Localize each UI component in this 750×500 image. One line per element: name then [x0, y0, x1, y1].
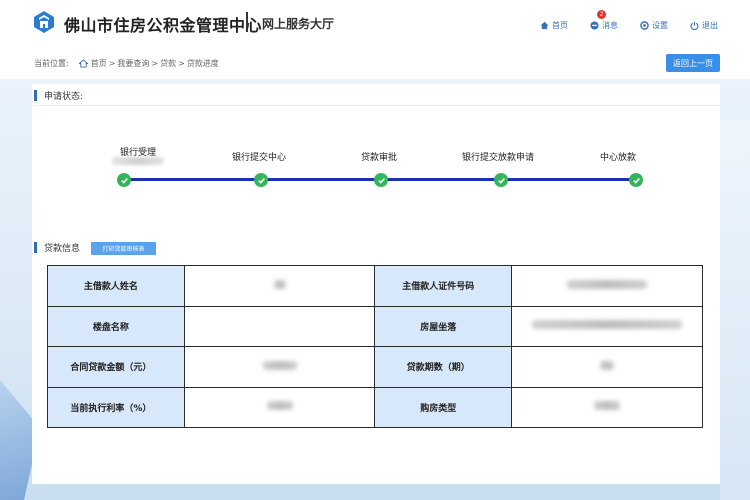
- borrower-name-label: 主借款人姓名: [47, 265, 185, 307]
- logo-icon: [34, 11, 54, 33]
- print-review-form-button[interactable]: 打印贷款审核表: [91, 242, 156, 255]
- nav-messages-label: 消息: [602, 20, 618, 30]
- property-location-label: 房屋坐落: [374, 305, 513, 347]
- section-marker: [34, 242, 37, 253]
- step-label: 贷款审批: [360, 153, 398, 163]
- power-icon: [690, 21, 699, 30]
- loan-amount-value: [183, 346, 376, 388]
- check-icon: [254, 173, 268, 187]
- table-row: 主借款人姓名 主借款人证件号码: [47, 265, 703, 307]
- message-count-badge: 2: [597, 10, 606, 19]
- message-icon: [590, 20, 599, 30]
- breadcrumb-prefix: 当前位置:: [34, 59, 69, 68]
- nav-settings-label: 设置: [652, 20, 668, 30]
- sub-title: 网上服务大厅: [262, 17, 335, 31]
- interest-rate-value: [183, 386, 376, 428]
- redacted-value: [273, 279, 286, 289]
- breadcrumb-separator: >: [178, 59, 185, 68]
- check-icon: [629, 173, 643, 187]
- step-label: 中心放款: [599, 153, 637, 163]
- loan-term-value: [511, 346, 703, 388]
- back-button[interactable]: 返回上一页: [666, 54, 720, 72]
- background-decoration-right: [720, 120, 750, 500]
- status-section-title: 申请状态:: [44, 92, 84, 102]
- breadcrumb-item-progress: 贷款进度: [186, 59, 219, 68]
- property-name-label: 楼盘名称: [47, 305, 185, 347]
- top-header: 佛山市住房公积金管理中心 网上服务大厅 首页 2 消息 设置 退出: [0, 0, 750, 46]
- title-divider: [246, 12, 248, 32]
- nav-messages[interactable]: 2 消息: [590, 10, 618, 32]
- redacted-value: [266, 401, 293, 411]
- property-name-value: [183, 305, 376, 347]
- table-row: 楼盘名称 房屋坐落: [47, 305, 703, 347]
- nav-logout-label: 退出: [702, 20, 718, 30]
- loan-info-table: 主借款人姓名 主借款人证件号码 楼盘名称 房屋坐落 合同贷款金额（元） 贷款期数…: [47, 265, 703, 428]
- home-icon: [540, 21, 549, 29]
- loan-term-label: 贷款期数（期）: [374, 346, 513, 388]
- section-marker: [34, 90, 37, 101]
- redacted-value: [594, 401, 621, 411]
- gear-icon: [640, 20, 649, 30]
- redacted-value: [532, 320, 683, 330]
- status-section-heading: 申请状态:: [34, 89, 83, 102]
- breadcrumb-item-query[interactable]: 我要查询: [117, 58, 149, 69]
- borrower-name-value: [183, 265, 376, 307]
- redacted-text: [112, 157, 164, 165]
- interest-rate-label: 当前执行利率（%）: [47, 386, 185, 428]
- section-divider: [34, 105, 720, 106]
- step-label: 银行提交中心: [231, 153, 287, 163]
- breadcrumb-separator: >: [108, 59, 116, 68]
- table-row: 当前执行利率（%） 购房类型: [47, 386, 703, 428]
- nav-home[interactable]: 首页: [540, 18, 568, 32]
- breadcrumb-item-loan[interactable]: 贷款: [160, 58, 176, 69]
- table-row: 合同贷款金额（元） 贷款期数（期）: [47, 346, 703, 388]
- borrower-id-label: 主借款人证件号码: [374, 265, 513, 307]
- check-icon: [117, 173, 131, 187]
- purchase-type-value: [511, 386, 703, 428]
- nav-home-label: 首页: [552, 20, 568, 30]
- step-label: 银行受理: [119, 148, 157, 158]
- breadcrumb: 当前位置: 首页 > 我要查询 > 贷款 > 贷款进度: [34, 58, 219, 69]
- loan-section-title: 贷款信息: [44, 244, 81, 254]
- nav-settings[interactable]: 设置: [640, 18, 668, 32]
- breadcrumb-separator: >: [151, 59, 159, 68]
- nav-logout[interactable]: 退出: [690, 18, 718, 32]
- loan-section-heading: 贷款信息: [34, 241, 80, 254]
- step-label: 银行提交放款申请: [461, 153, 535, 163]
- redacted-value: [600, 360, 615, 370]
- borrower-id-value: [511, 265, 703, 307]
- home-icon: [78, 59, 88, 68]
- redacted-value: [262, 360, 297, 370]
- check-icon: [374, 173, 388, 187]
- loan-amount-label: 合同贷款金额（元）: [47, 346, 185, 388]
- breadcrumb-item-home[interactable]: 首页: [91, 58, 107, 69]
- redacted-value: [567, 279, 648, 289]
- property-location-value: [511, 305, 703, 347]
- check-icon: [494, 173, 508, 187]
- purchase-type-label: 购房类型: [374, 386, 513, 428]
- site-title: 佛山市住房公积金管理中心: [64, 16, 263, 35]
